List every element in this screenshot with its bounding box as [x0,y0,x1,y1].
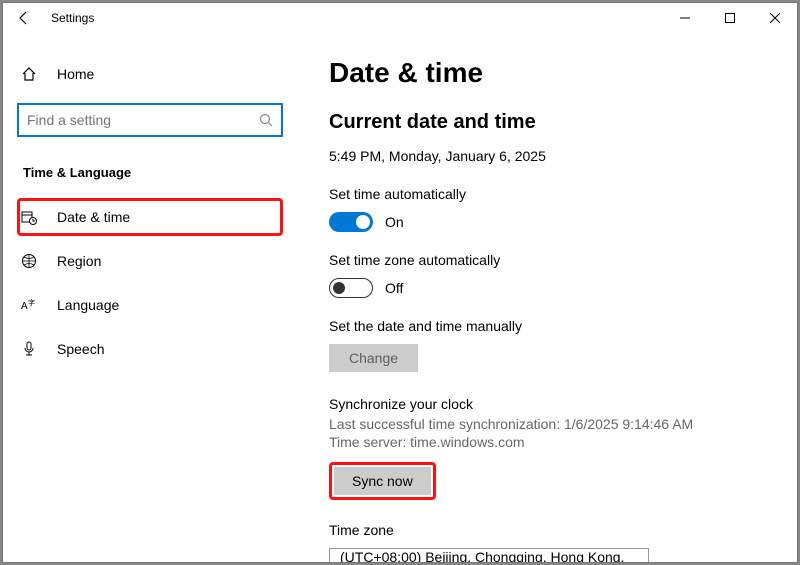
microphone-icon [21,341,41,357]
sync-last-line: Last successful time synchronization: 1/… [329,416,769,432]
window-body: Home Time & Language Date & time Reg [3,33,797,562]
window-title: Settings [51,11,94,25]
sync-clock-section: Synchronize your clock Last successful t… [329,396,769,500]
svg-text:A: A [21,301,28,312]
window-controls [662,3,797,33]
sidebar-home-label: Home [57,66,94,82]
sidebar-item-region[interactable]: Region [17,242,283,280]
set-time-auto-toggle[interactable] [329,212,373,232]
time-zone-label: Time zone [329,522,769,538]
set-time-auto-state: On [385,214,404,230]
set-manual-label: Set the date and time manually [329,318,769,334]
set-tz-auto-label: Set time zone automatically [329,252,769,268]
current-datetime-value: 5:49 PM, Monday, January 6, 2025 [329,148,769,164]
home-icon [21,66,41,82]
set-tz-auto-state: Off [385,280,403,296]
sidebar-section-title: Time & Language [23,165,283,180]
svg-text:字: 字 [28,298,35,307]
sidebar-item-label: Speech [57,341,104,357]
sidebar-item-label: Date & time [57,209,130,225]
sidebar-home[interactable]: Home [21,59,283,89]
globe-icon [21,253,41,269]
sync-now-highlight: Sync now [329,462,436,500]
sidebar-item-speech[interactable]: Speech [17,330,283,368]
sync-server-line: Time server: time.windows.com [329,434,769,450]
main-content: Date & time Current date and time 5:49 P… [303,33,797,562]
set-time-auto-label: Set time automatically [329,186,769,202]
search-box[interactable] [17,103,283,137]
search-icon [259,113,273,127]
settings-window: Settings Home [2,2,798,563]
sync-now-button[interactable]: Sync now [334,467,431,495]
sidebar-item-label: Region [57,253,101,269]
maximize-button[interactable] [707,3,752,33]
set-time-auto-row: On [329,212,769,232]
sidebar: Home Time & Language Date & time Reg [3,33,303,562]
change-button: Change [329,344,418,372]
minimize-button[interactable] [662,3,707,33]
time-zone-value: (UTC+08:00) Beijing, Chongqing, Hong Kon… [340,549,626,562]
close-button[interactable] [752,3,797,33]
set-tz-auto-row: Off [329,278,769,298]
back-button[interactable] [15,9,33,27]
section-current-datetime-title: Current date and time [329,111,769,134]
search-input[interactable] [27,112,259,128]
titlebar: Settings [3,3,797,33]
time-zone-dropdown[interactable]: (UTC+08:00) Beijing, Chongqing, Hong Kon… [329,548,649,562]
set-tz-auto-toggle[interactable] [329,278,373,298]
chevron-down-icon [626,559,638,562]
date-time-icon [21,209,41,225]
sidebar-item-language[interactable]: A字 Language [17,286,283,324]
sidebar-item-label: Language [57,297,119,313]
sidebar-item-date-time[interactable]: Date & time [17,198,283,236]
language-icon: A字 [21,297,41,313]
page-title: Date & time [329,57,769,89]
sync-clock-label: Synchronize your clock [329,396,769,412]
